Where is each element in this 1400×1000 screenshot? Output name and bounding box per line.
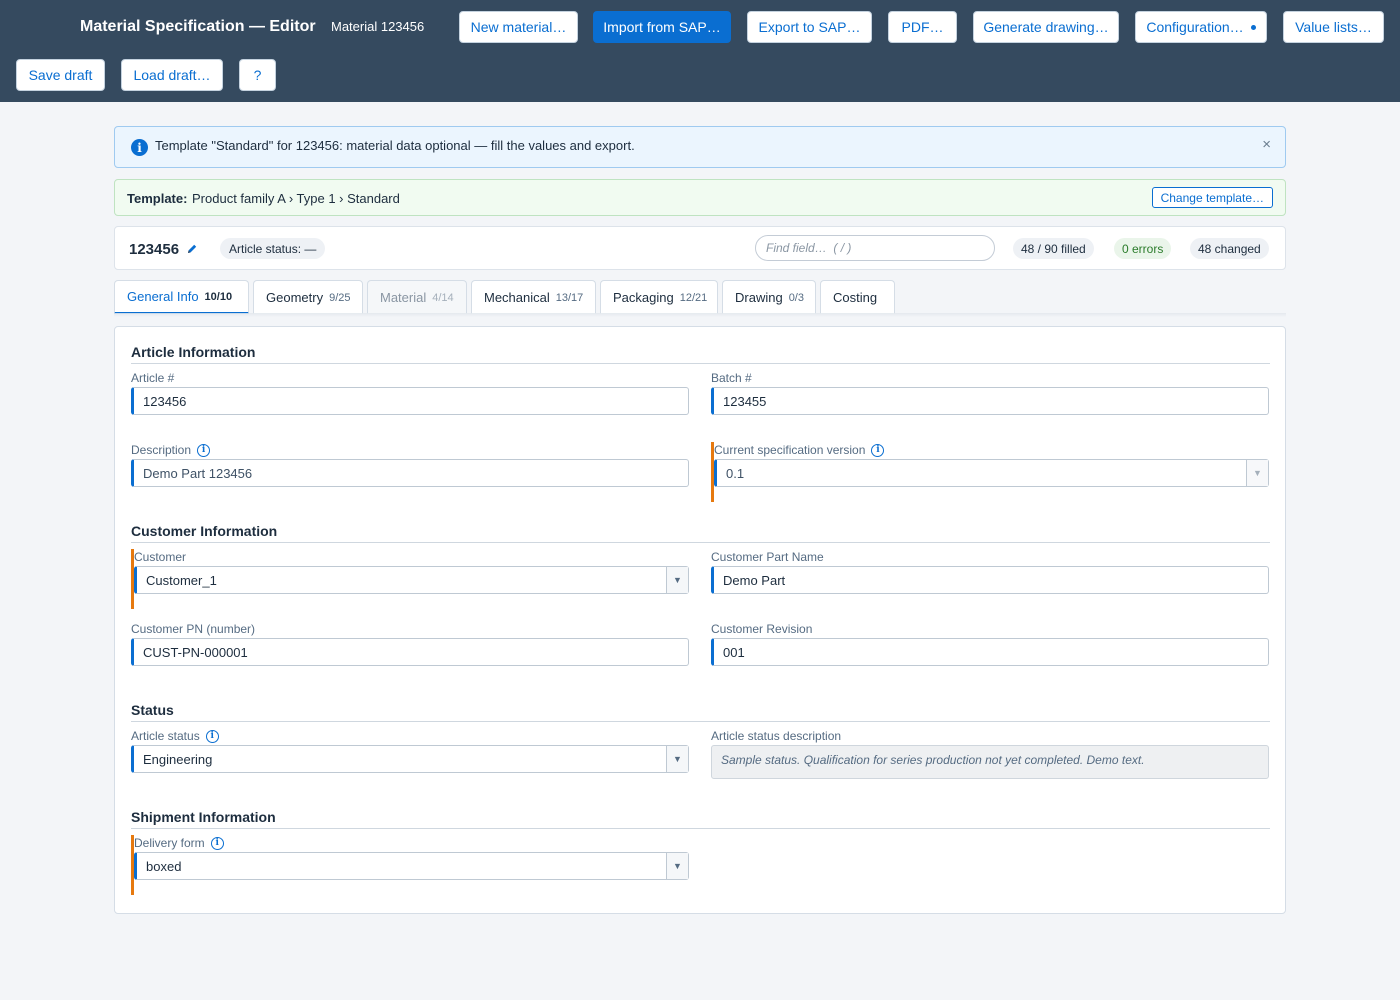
spec-version-label-text: Current specification version [714,443,866,457]
chevron-down-icon[interactable]: ▼ [1246,460,1268,486]
pencil-icon[interactable] [185,242,199,256]
spec-version-select[interactable]: 0.1 ▼ [714,459,1269,487]
customer-label: Customer [134,550,187,564]
article-status-badge: Article status: — [220,238,326,259]
filled-count-badge: 48 / 90 filled [1013,238,1094,259]
article-status-description-field: Sample status. Qualification for series … [711,745,1269,779]
general-info-panel: Article Information Article # Batch # De… [114,326,1286,914]
tab-count: 12/21 [679,291,708,304]
article-status-description-label: Article status description [711,729,842,743]
section-divider [131,363,1270,364]
description-label-text: Description [131,443,192,457]
template-bar: Template: Product family A › Type 1 › St… [114,179,1286,216]
import-from-sap-button[interactable]: Import from SAP… [593,11,731,43]
find-field-input[interactable] [755,235,995,261]
section-title-shipment: Shipment Information [131,809,276,825]
customer-pn-input[interactable] [131,638,689,666]
info-banner: i Template "Standard" for 123456: materi… [114,126,1286,168]
description-input[interactable] [131,459,689,487]
tab-count: 0/3 [788,291,804,304]
tab-label: Mechanical [484,290,550,305]
load-draft-button[interactable]: Load draft… [121,59,223,91]
tab-count: 13/17 [555,291,584,304]
batch-no-input[interactable] [711,387,1269,415]
chevron-down-icon[interactable]: ▼ [666,746,688,772]
unsaved-indicator-icon [1250,24,1256,30]
batch-no-label: Batch # [711,371,752,385]
tab-general-info[interactable]: General Info 10/10 [114,280,249,314]
section-title-customer: Customer Information [131,523,278,539]
spec-version-label: Current specification version i [714,443,885,457]
save-draft-button[interactable]: Save draft [16,59,105,91]
tabs-divider [114,313,1286,317]
tab-costing[interactable]: Costing [820,280,895,314]
article-status-label-text: Article status [131,729,200,743]
tab-count: 4/14 [432,291,454,304]
article-status-select[interactable]: Engineering ▼ [131,745,689,773]
article-status-label: Article status i [131,729,219,743]
info-circle-icon[interactable]: i [205,729,219,743]
customer-value: Customer_1 [146,573,217,588]
section-divider [131,828,1270,829]
info-banner-text: Template "Standard" for 123456: material… [155,138,635,153]
help-button[interactable]: ? [239,59,276,91]
delivery-form-value: boxed [146,859,182,874]
tab-material[interactable]: Material 4/14 [367,280,467,314]
tab-label: Packaging [613,290,674,305]
customer-part-name-label: Customer Part Name [711,550,824,564]
customer-revision-input[interactable] [711,638,1269,666]
tab-count: 9/25 [329,291,351,304]
changed-count-badge: 48 changed [1190,238,1269,259]
section-divider [131,542,1270,543]
export-to-sap-button[interactable]: Export to SAP… [747,11,872,43]
tab-drawing[interactable]: Drawing 0/3 [722,280,816,314]
info-circle-icon[interactable]: i [210,836,224,850]
template-breadcrumb: Product family A › Type 1 › Standard [192,191,400,206]
value-lists-button[interactable]: Value lists… [1283,11,1384,43]
article-status-value: Engineering [143,752,213,767]
tab-packaging[interactable]: Packaging 12/21 [600,280,718,314]
tab-label: Costing [833,290,878,305]
customer-pn-label: Customer PN (number) [131,622,256,636]
delivery-form-select[interactable]: boxed ▼ [134,852,689,880]
template-label: Template: [127,191,188,206]
delivery-form-label: Delivery form i [134,836,224,850]
chevron-down-icon[interactable]: ▼ [666,853,688,879]
info-circle-icon[interactable]: i [871,443,885,457]
spec-version-value: 0.1 [726,466,745,481]
customer-select[interactable]: Customer_1 ▼ [134,566,689,594]
tab-label: Material [380,290,427,305]
errors-count-badge: 0 errors [1114,238,1172,259]
configuration-button-label: Configuration… [1146,19,1244,35]
section-divider [131,721,1270,722]
tab-geometry[interactable]: Geometry 9/25 [253,280,363,314]
app-subtitle: Material 123456 [331,19,425,34]
article-no-input[interactable] [131,387,689,415]
change-template-button[interactable]: Change template… [1151,187,1273,208]
section-title-status: Status [131,702,174,718]
info-icon: i [131,139,148,156]
info-circle-icon[interactable]: i [197,443,211,457]
close-icon[interactable]: × [1262,136,1271,153]
new-material-button[interactable]: New material… [459,11,578,43]
tab-label: Drawing [735,290,783,305]
delivery-form-label-text: Delivery form [134,836,205,850]
tab-label: General Info [127,289,199,304]
tab-count: 10/10 [204,290,233,303]
article-number: 123456 [129,241,180,258]
generate-drawing-button[interactable]: Generate drawing… [973,11,1119,43]
tab-label: Geometry [266,290,324,305]
customer-part-name-input[interactable] [711,566,1269,594]
app-header: Material Specification — Editor Material… [0,0,1400,102]
app-title: Material Specification — Editor [80,18,316,35]
summary-bar: 123456 Article status: — 48 / 90 filled … [114,226,1286,270]
customer-revision-label: Customer Revision [711,622,813,636]
article-no-label: Article # [131,371,175,385]
description-label: Description i [131,443,211,457]
section-title-article: Article Information [131,344,256,360]
pdf-button[interactable]: PDF… [888,11,957,43]
chevron-down-icon[interactable]: ▼ [666,567,688,593]
tab-mechanical[interactable]: Mechanical 13/17 [471,280,596,314]
configuration-button[interactable]: Configuration… [1135,11,1267,43]
